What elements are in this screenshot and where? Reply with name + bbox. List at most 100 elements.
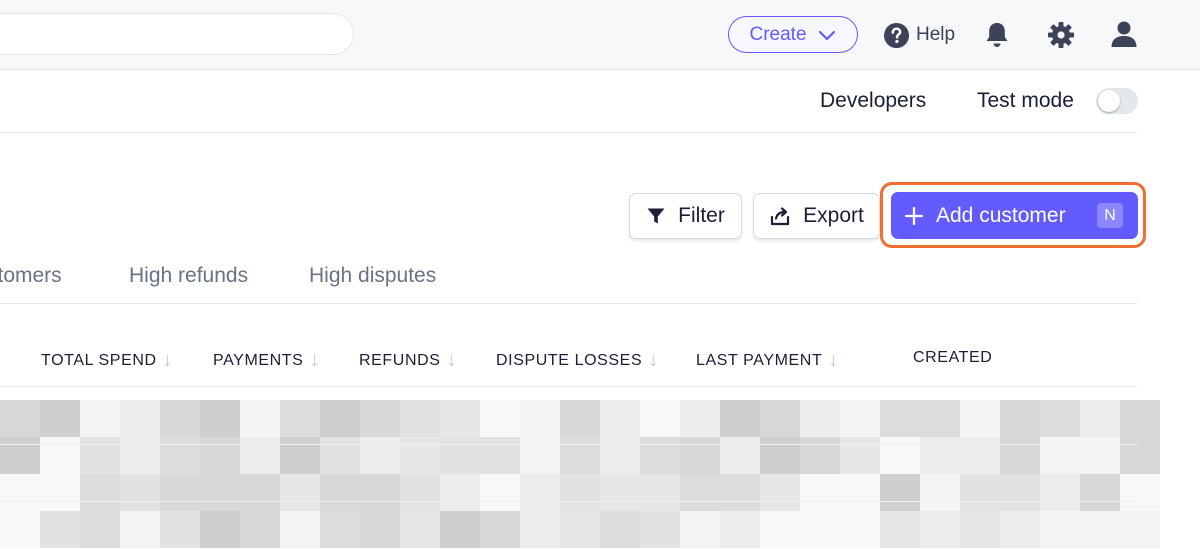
redacted-cell (1000, 437, 1040, 474)
redacted-cell (560, 400, 600, 437)
create-button[interactable]: Create (728, 16, 858, 53)
filter-label: Filter (678, 204, 725, 227)
arrow-down-icon: ↓ (648, 349, 659, 371)
redacted-cell (320, 437, 360, 474)
redacted-cell (40, 474, 80, 511)
filter-button[interactable]: Filter (629, 193, 742, 239)
column-header-last-payment[interactable]: LAST PAYMENT ↓ (696, 349, 839, 372)
redacted-cell (0, 400, 40, 437)
redacted-cell (440, 474, 480, 511)
redacted-cell (600, 474, 640, 511)
redacted-cell (0, 474, 40, 511)
redacted-cell (200, 437, 240, 474)
redacted-cell (640, 400, 680, 437)
redacted-cell (720, 511, 760, 548)
export-label: Export (803, 204, 864, 227)
column-header-payments[interactable]: PAYMENTS ↓ (213, 349, 320, 372)
redacted-cell (520, 511, 560, 548)
redacted-cell (160, 437, 200, 474)
redacted-cell (200, 511, 240, 548)
redacted-cell (440, 511, 480, 548)
redacted-cell (1120, 511, 1160, 548)
redacted-cell (120, 437, 160, 474)
sub-navigation (0, 70, 1137, 133)
export-button[interactable]: Export (753, 193, 880, 239)
redacted-cell (120, 400, 160, 437)
redacted-cell (40, 511, 80, 548)
column-header-dispute-losses[interactable]: DISPUTE LOSSES ↓ (496, 349, 659, 372)
redacted-cell (200, 474, 240, 511)
filter-icon (647, 208, 665, 224)
redacted-cell (480, 474, 520, 511)
redacted-cell (80, 511, 120, 548)
keyboard-shortcut-badge: N (1097, 203, 1123, 228)
column-header-refunds[interactable]: REFUNDS ↓ (359, 349, 457, 372)
redacted-cell (760, 437, 800, 474)
test-mode-toggle[interactable] (1096, 88, 1138, 114)
redacted-cell (840, 474, 880, 511)
column-label: TOTAL SPEND (41, 351, 157, 369)
gear-icon (1048, 22, 1074, 48)
redacted-cell (1000, 474, 1040, 511)
tab-customers[interactable]: stomers (0, 264, 62, 288)
redacted-cell (400, 474, 440, 511)
add-customer-label: Add customer (936, 203, 1066, 227)
redacted-cell (560, 437, 600, 474)
help-label: Help (916, 24, 956, 45)
redacted-cell (800, 474, 840, 511)
tab-high-refunds[interactable]: High refunds (129, 264, 248, 288)
redacted-cell (1080, 474, 1120, 511)
redacted-cell (400, 437, 440, 474)
redacted-cell (320, 400, 360, 437)
redacted-cell (240, 400, 280, 437)
profile-button[interactable] (1110, 20, 1138, 48)
column-header-total-spend[interactable]: TOTAL SPEND ↓ (41, 349, 173, 372)
redacted-cell (120, 511, 160, 548)
redacted-cell (80, 474, 120, 511)
redacted-cell (280, 511, 320, 548)
redacted-cell (360, 474, 400, 511)
column-label: PAYMENTS (213, 351, 304, 369)
arrow-down-icon: ↓ (446, 349, 458, 371)
redacted-cell (1120, 474, 1160, 511)
notifications-button[interactable] (984, 21, 1010, 49)
redacted-cell (1080, 437, 1120, 474)
redacted-cell (480, 511, 520, 548)
redacted-cell (160, 474, 200, 511)
redacted-cell (1040, 400, 1080, 437)
redacted-cell (160, 400, 200, 437)
developers-link[interactable]: Developers (820, 89, 926, 113)
redacted-cell (520, 400, 560, 437)
column-header-created[interactable]: CREATED (913, 349, 992, 367)
redacted-cell (240, 437, 280, 474)
column-label: DISPUTE LOSSES (496, 351, 643, 369)
table-header-divider (0, 386, 1137, 387)
redacted-cell (960, 437, 1000, 474)
help-circle-icon (883, 22, 910, 48)
redacted-cell (560, 511, 600, 548)
redacted-cell (520, 437, 560, 474)
help-link[interactable]: Help (883, 21, 955, 49)
redacted-cell (800, 437, 840, 474)
redacted-table-rows (0, 400, 1160, 549)
redacted-cell (280, 437, 320, 474)
settings-button[interactable] (1047, 21, 1075, 49)
chevron-down-icon (818, 30, 835, 40)
redacted-cell (640, 437, 680, 474)
redacted-cell (200, 400, 240, 437)
search-input[interactable] (0, 13, 354, 55)
redacted-cell (600, 400, 640, 437)
redacted-cell (400, 400, 440, 437)
redacted-cell (480, 400, 520, 437)
column-label: LAST PAYMENT (696, 351, 823, 369)
redacted-cell (160, 511, 200, 548)
redacted-cell (440, 437, 480, 474)
row-divider (0, 444, 1137, 445)
tab-high-disputes[interactable]: High disputes (309, 264, 436, 288)
redacted-cell (720, 437, 760, 474)
redacted-cell (760, 511, 800, 548)
redacted-cell (920, 474, 960, 511)
redacted-cell (1040, 437, 1080, 474)
redacted-cell (560, 474, 600, 511)
redacted-cell (280, 474, 320, 511)
